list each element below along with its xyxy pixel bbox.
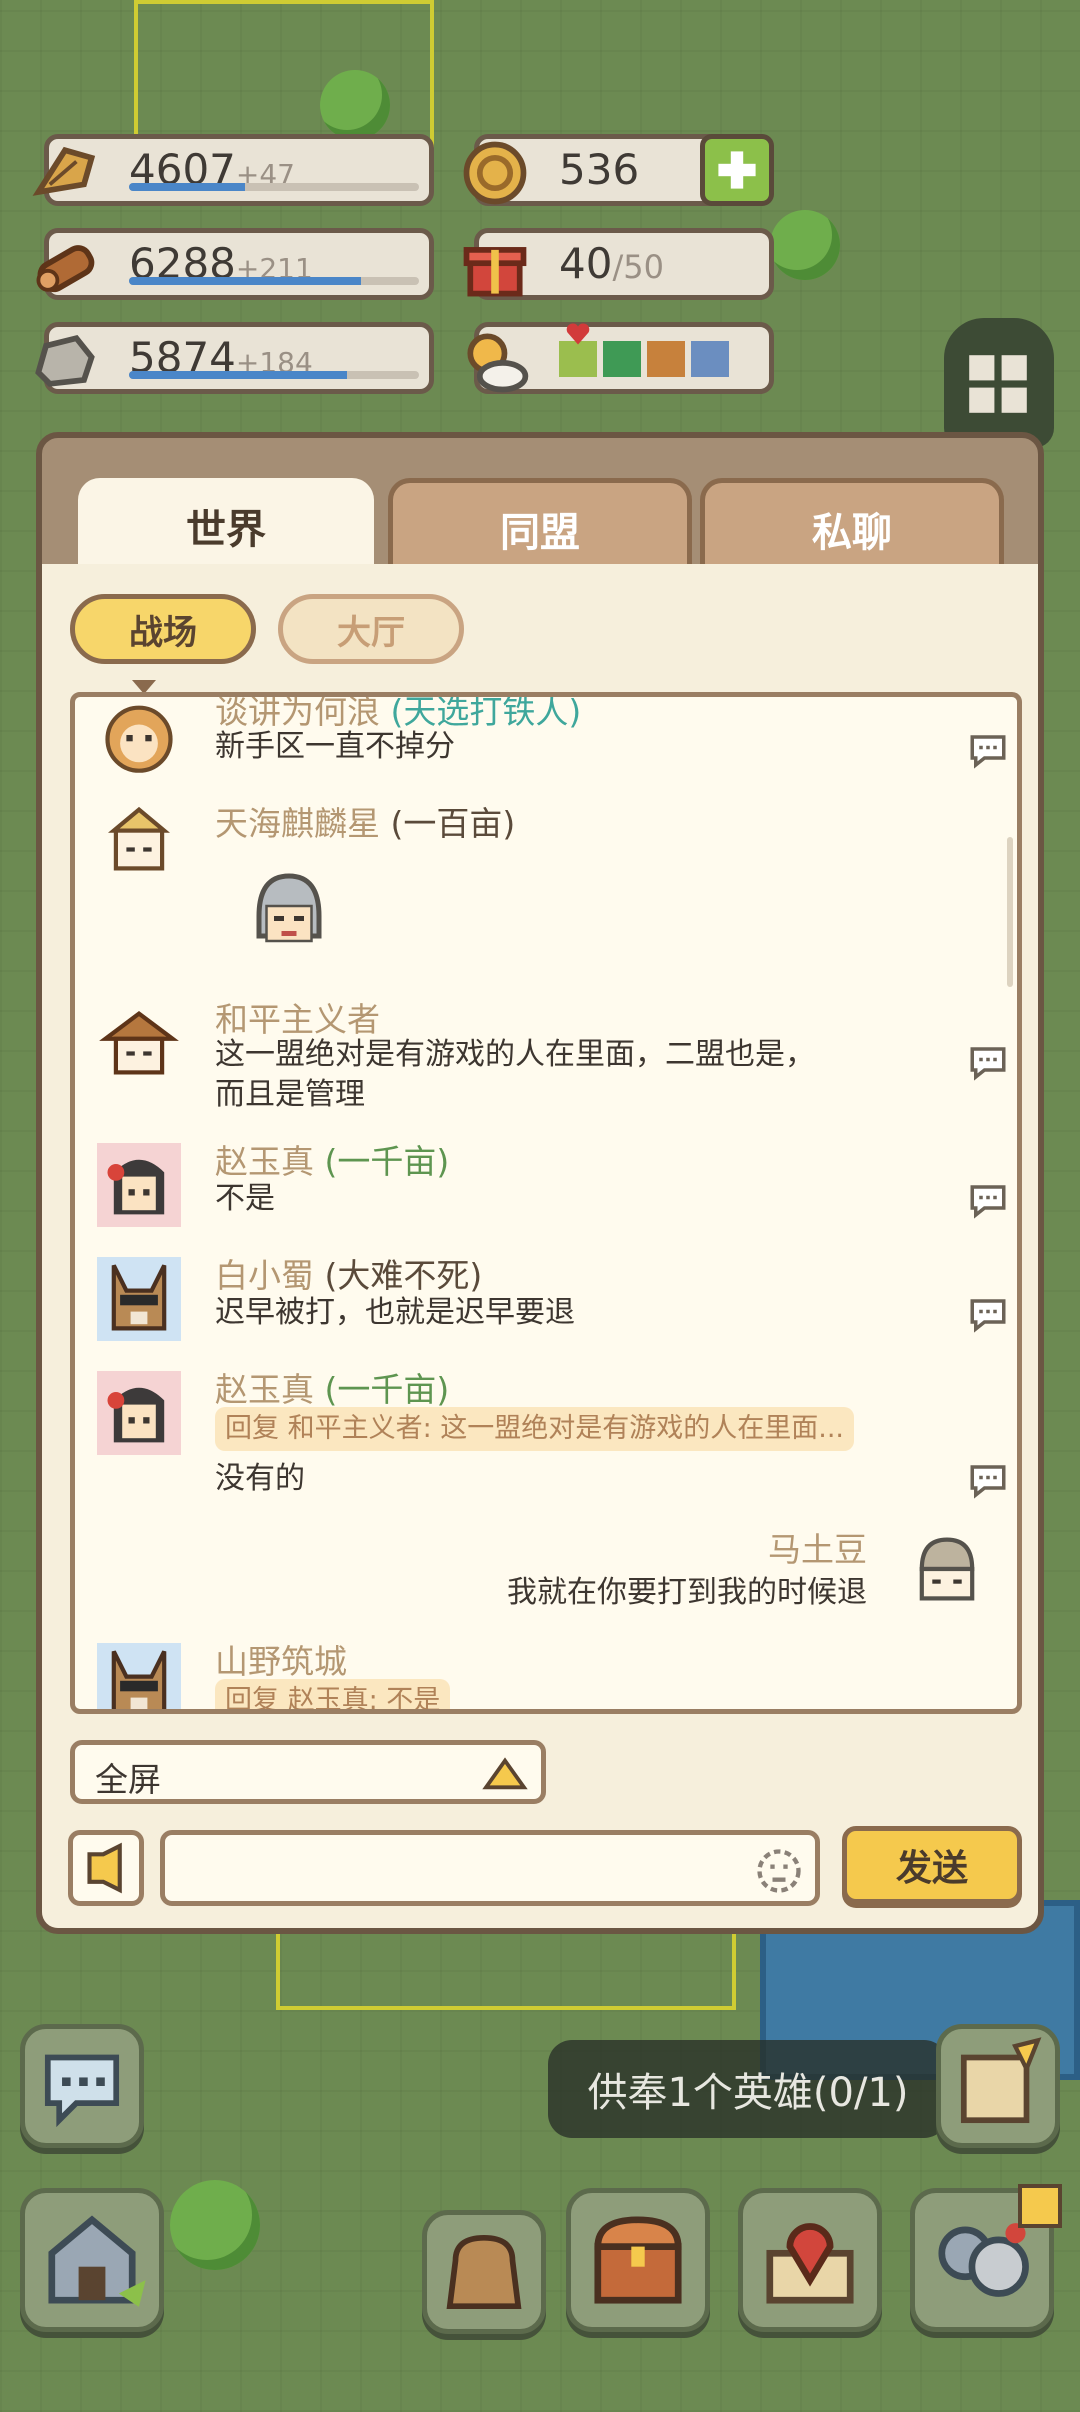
reply-bubble-icon[interactable] — [967, 1297, 1009, 1333]
map-plot — [134, 0, 434, 150]
map-pin-icon — [766, 2223, 854, 2304]
chat-bubble-icon — [44, 2054, 120, 2128]
scroll-quill-icon — [960, 2037, 1042, 2124]
treasure-chest-button[interactable] — [566, 2188, 710, 2332]
emoji-face-icon[interactable] — [753, 1845, 805, 1897]
fullscreen-label: 全屏 — [95, 1760, 161, 1799]
hero-roster-badge — [1018, 2184, 1062, 2228]
stone-progress — [129, 371, 419, 379]
reply-bubble-icon[interactable] — [967, 1463, 1009, 1499]
avatar-dog-sunglasses[interactable] — [97, 1643, 181, 1714]
avatar-dog-sunglasses[interactable] — [97, 1257, 181, 1341]
sender-name[interactable]: 天海麒麟星 — [215, 804, 380, 843]
resource-stone[interactable]: 5874+184 — [35, 322, 434, 394]
gift-value: 40 — [559, 239, 613, 288]
reply-bubble-icon[interactable] — [967, 733, 1009, 769]
sender-title: (天选打铁人) — [390, 692, 582, 731]
reply-bubble-icon[interactable] — [967, 1045, 1009, 1081]
map-tree — [320, 70, 390, 140]
reply-quote[interactable]: 回复 赵玉真: 不是 — [215, 1679, 451, 1709]
gold-coin-icon — [463, 141, 527, 205]
gift-icon — [463, 247, 527, 297]
send-button[interactable]: 发送 — [842, 1826, 1022, 1904]
map-tree — [770, 210, 840, 280]
house-hero-icon — [48, 2215, 146, 2307]
fullscreen-toggle[interactable]: 全屏 — [70, 1740, 546, 1804]
message-text: 新手区一直不掉分 — [215, 729, 455, 764]
resource-wood[interactable]: 6288+211 — [36, 228, 434, 300]
sender-name[interactable]: 谈讲为何浪 — [215, 697, 380, 731]
chat-panel-body: 战场 大厅 谈讲为何浪 (天选打铁人) 新手区一直不掉分 天海麒麟星 (一百亩)… — [42, 564, 1038, 1928]
sender-name[interactable]: 和平主义者 — [215, 993, 380, 1041]
heart-marker-icon — [566, 323, 590, 345]
subtab-battlefield[interactable]: 战场 — [70, 594, 256, 664]
tab-alliance[interactable]: 同盟 — [388, 478, 692, 574]
bag-icon — [446, 2234, 522, 2310]
gift-max: /50 — [612, 248, 664, 286]
subtab-lobby[interactable]: 大厅 — [278, 594, 464, 664]
resource-gift[interactable]: 40/50 — [463, 228, 774, 300]
inventory-bag-button[interactable] — [422, 2210, 546, 2334]
chat-panel: 世界 同盟 私聊 战场 大厅 谈讲为何浪 (天选打铁人) 新手区一直不掉分 天海… — [36, 432, 1044, 1934]
sender-name[interactable]: 山野筑城 — [215, 1635, 347, 1683]
resource-grain[interactable]: 4607+47 — [32, 134, 434, 206]
map-location-button[interactable] — [738, 2188, 882, 2332]
avatar-pointed-hat[interactable] — [97, 1001, 181, 1085]
grain-progress — [129, 183, 419, 191]
chat-input-field[interactable] — [175, 1841, 735, 1895]
stone-icon — [35, 334, 95, 387]
sender-name[interactable]: 赵玉真 — [215, 1370, 314, 1409]
weather-sun-cloud-icon — [467, 333, 529, 393]
reply-bubble-icon[interactable] — [967, 1183, 1009, 1219]
chest-icon — [594, 2216, 682, 2304]
sender-title: (一千亩) — [324, 1370, 450, 1409]
weather-swatch — [603, 341, 641, 377]
add-gold-button[interactable] — [700, 134, 774, 206]
message-text: 没有的 — [215, 1461, 305, 1496]
avatar-helmet[interactable] — [905, 1527, 989, 1611]
map-tree — [170, 2180, 260, 2270]
avatar-girl-flower[interactable] — [97, 1143, 181, 1227]
chat-message-list[interactable]: 谈讲为何浪 (天选打铁人) 新手区一直不掉分 天海麒麟星 (一百亩) 和平主义者… — [70, 692, 1022, 1714]
grid-icon — [969, 355, 1027, 413]
sender-title: (大难不死) — [324, 1256, 483, 1295]
broadcast-horn-button[interactable] — [68, 1830, 144, 1906]
grid-menu-button[interactable] — [944, 318, 1054, 448]
wood-log-icon — [36, 245, 95, 293]
message-text: 迟早被打，也就是迟早要退 — [215, 1295, 575, 1330]
sender-name[interactable]: 马土豆 — [768, 1523, 867, 1571]
weather-swatch — [691, 341, 729, 377]
sender-name[interactable]: 白小蜀 — [215, 1256, 314, 1295]
sender-title: (一千亩) — [324, 1142, 450, 1181]
gold-value: 536 — [559, 145, 640, 194]
quest-scroll-button[interactable] — [936, 2024, 1060, 2148]
message-text-line2: 而且是管理 — [215, 1077, 365, 1112]
chevron-up-icon — [482, 1757, 528, 1790]
emoji-knight-sticker — [256, 873, 322, 943]
chat-open-button[interactable] — [20, 2024, 144, 2148]
grain-icon — [32, 146, 96, 196]
chat-input[interactable] — [160, 1830, 820, 1906]
message-text: 不是 — [215, 1181, 275, 1216]
avatar-monkey[interactable] — [97, 693, 181, 777]
plus-icon — [718, 151, 756, 189]
horn-icon — [87, 1842, 122, 1894]
scrollbar[interactable] — [1007, 837, 1013, 987]
sender-title: (一百亩) — [390, 804, 516, 843]
tab-world[interactable]: 世界 — [78, 478, 374, 574]
avatar-straw-hat[interactable] — [97, 797, 181, 881]
tab-private[interactable]: 私聊 — [700, 478, 1004, 574]
sender-name[interactable]: 赵玉真 — [215, 1142, 314, 1181]
hero-house-button[interactable] — [20, 2188, 164, 2332]
message-text: 我就在你要打到我的时候退 — [507, 1575, 867, 1610]
avatar-girl-flower[interactable] — [97, 1371, 181, 1455]
weather-swatch — [647, 341, 685, 377]
wood-progress — [129, 277, 419, 285]
objective-toast[interactable]: 供奉1个英雄(0/1) — [548, 2040, 948, 2138]
reply-quote[interactable]: 回复 和平主义者: 这一盟绝对是有游戏的人在里面... — [215, 1407, 855, 1451]
message-text-line1: 这一盟绝对是有游戏的人在里面，二盟也是， — [215, 1037, 815, 1072]
weather-bar[interactable] — [467, 322, 774, 394]
